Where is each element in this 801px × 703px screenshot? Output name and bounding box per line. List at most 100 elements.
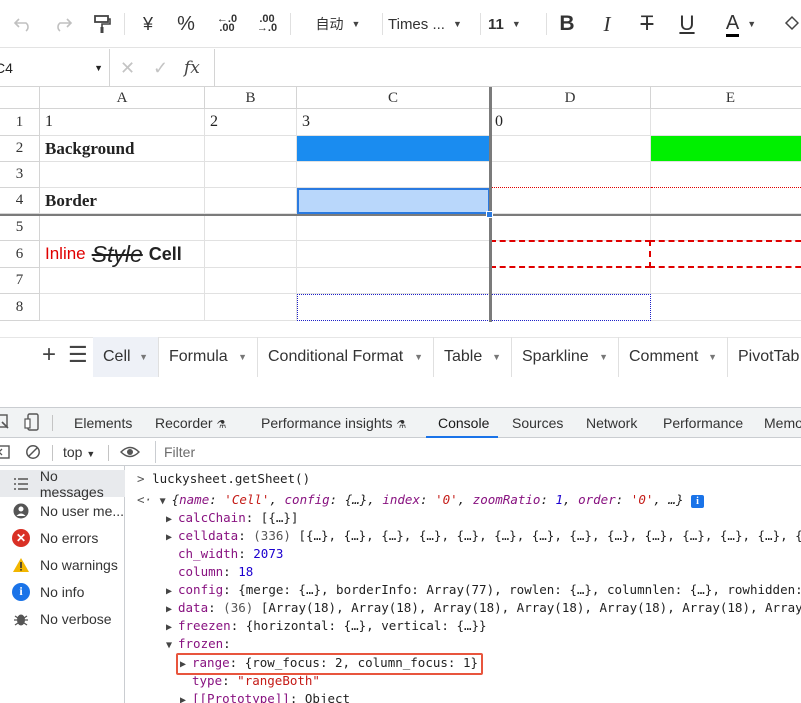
prop-data[interactable]: ▶ data: (36) [Array(18), Array(18), Array… (166, 599, 801, 617)
sidebar-toggle-icon[interactable] (0, 445, 10, 462)
device-toolbar-icon[interactable] (24, 413, 40, 434)
row-header-3[interactable]: 3 (0, 162, 40, 188)
inspect-element-icon[interactable] (0, 414, 10, 433)
cell-d6[interactable] (490, 240, 651, 268)
prop-frozen[interactable]: ▼ frozen: (166, 635, 231, 653)
number-format-select[interactable]: 自动 ▼ (298, 0, 378, 48)
cell-b5[interactable] (205, 214, 297, 241)
paint-format-icon[interactable] (88, 0, 116, 48)
row-header-1[interactable]: 1 (0, 109, 40, 136)
sheet-tab-table[interactable]: Table ▼ (434, 337, 512, 377)
cell-a7[interactable] (40, 268, 205, 294)
cell-c8[interactable] (297, 294, 490, 321)
sheet-tab-cell[interactable]: Cell ▼ (93, 337, 159, 377)
decrease-decimal-button[interactable]: .00 →.0 (252, 0, 282, 48)
fill-color-icon[interactable] (780, 0, 801, 48)
cell-c7[interactable] (297, 268, 490, 294)
filter-input[interactable] (155, 441, 801, 463)
sidebar-item-messages[interactable]: No messages (0, 468, 125, 500)
sheet-list-icon[interactable]: ☰ (68, 342, 88, 368)
underline-button[interactable]: U (674, 0, 700, 48)
font-family-select[interactable]: Times ... ▼ (388, 0, 476, 48)
add-sheet-icon[interactable]: + (42, 341, 56, 369)
cancel-icon[interactable]: ✕ (120, 49, 135, 87)
cell-e7[interactable] (651, 268, 801, 294)
sheet-tab-pivottable[interactable]: PivotTab (728, 337, 801, 377)
row-header-4[interactable]: 4 (0, 188, 40, 214)
redo-icon[interactable] (48, 0, 78, 48)
strikethrough-button[interactable]: T (634, 0, 660, 48)
sheet-tab-conditional-format[interactable]: Conditional Format ▼ (258, 337, 434, 377)
prop-config[interactable]: ▶ config: {merge: {…}, borderInfo: Array(… (166, 581, 801, 599)
cell-b8[interactable] (205, 294, 297, 321)
context-select[interactable]: top ▼ (63, 438, 95, 466)
devtools-tab-console[interactable]: Console (438, 408, 489, 438)
cell-d5[interactable] (490, 214, 651, 241)
cell-c6[interactable] (297, 241, 490, 268)
cell-a6[interactable]: Inline Style Cell (40, 241, 205, 268)
expand-triangle-icon[interactable]: ▶ (180, 692, 192, 703)
prop-celldata[interactable]: ▶ celldata: (336) [{…}, {…}, {…}, {…}, {…… (166, 527, 801, 545)
sheet-tab-sparkline[interactable]: Sparkline ▼ (512, 337, 619, 377)
devtools-tab-network[interactable]: Network (586, 408, 637, 438)
cell-e1[interactable] (651, 109, 801, 136)
frozen-row-line[interactable] (0, 214, 801, 216)
column-header-b[interactable]: B (205, 87, 297, 109)
cell-b4[interactable] (205, 188, 297, 214)
sidebar-item-user-messages[interactable]: No user me... (0, 497, 125, 524)
bold-button[interactable]: B (554, 0, 580, 48)
sidebar-item-errors[interactable]: ✕ No errors (0, 524, 125, 551)
cell-d3[interactable] (490, 162, 651, 188)
cell-c3[interactable] (297, 162, 490, 188)
column-header-e[interactable]: E (651, 87, 801, 109)
cell-c1[interactable]: 3 (297, 109, 490, 136)
devtools-tab-performance[interactable]: Performance (663, 408, 743, 438)
cell-a1[interactable]: 1 (40, 109, 205, 136)
cell-a3[interactable] (40, 162, 205, 188)
confirm-icon[interactable]: ✓ (153, 49, 168, 87)
row-header-6[interactable]: 6 (0, 241, 40, 268)
prop-calcchain[interactable]: ▶ calcChain: [{…}] (166, 509, 298, 527)
console-output[interactable]: > luckysheet.getSheet() <· ▼ {name: 'Cell… (125, 466, 801, 703)
cell-e5[interactable] (651, 214, 801, 241)
select-all-corner[interactable] (0, 87, 40, 109)
font-color-button[interactable]: A ▼ (716, 0, 766, 48)
info-badge-icon[interactable]: i (691, 495, 705, 508)
live-expression-eye-icon[interactable] (120, 444, 140, 463)
sheet-tab-comment[interactable]: Comment ▼ (619, 337, 728, 377)
cell-a8[interactable] (40, 294, 205, 321)
prop-freezen[interactable]: ▶ freezen: {horizontal: {…}, vertical: {…… (166, 617, 487, 635)
clear-console-icon[interactable] (25, 444, 41, 463)
percent-format-button[interactable]: % (172, 0, 200, 48)
cell-b3[interactable] (205, 162, 297, 188)
sidebar-item-info[interactable]: i No info (0, 578, 125, 605)
sidebar-item-warnings[interactable]: No warnings (0, 551, 125, 578)
cell-e6[interactable] (649, 240, 801, 268)
devtools-tab-elements[interactable]: Elements (74, 408, 132, 438)
prop-prototype[interactable]: ▶ [[Prototype]]: Object (180, 690, 350, 703)
column-header-d[interactable]: D (490, 87, 651, 109)
selected-cell-c4[interactable] (297, 188, 490, 214)
column-header-c[interactable]: C (297, 87, 490, 109)
undo-icon[interactable] (8, 0, 38, 48)
row-header-8[interactable]: 8 (0, 294, 40, 321)
cell-c5[interactable] (297, 214, 490, 241)
cell-e2[interactable] (651, 136, 801, 162)
cell-c2[interactable] (297, 136, 490, 162)
cell-e8[interactable] (651, 294, 801, 321)
spreadsheet-grid[interactable]: A B C D E 1 2 3 4 5 6 7 8 1 2 3 0 Backgr… (0, 87, 801, 322)
expand-triangle-icon[interactable]: ▶ (166, 529, 178, 547)
sheet-tab-formula[interactable]: Formula ▼ (159, 337, 258, 377)
currency-format-button[interactable]: ¥ (134, 0, 162, 48)
row-header-5[interactable]: 5 (0, 214, 40, 241)
cell-a4[interactable]: Border (40, 188, 205, 214)
fill-handle[interactable] (486, 211, 493, 218)
cell-b2[interactable] (205, 136, 297, 162)
row-header-7[interactable]: 7 (0, 268, 40, 294)
cell-b6[interactable] (205, 241, 297, 268)
cell-d1[interactable]: 0 (490, 109, 651, 136)
cell-d2[interactable] (490, 136, 651, 162)
cell-d4[interactable] (490, 188, 651, 214)
devtools-tab-performance-insights[interactable]: Performance insights ⚗ (261, 408, 406, 438)
column-header-a[interactable]: A (40, 87, 205, 109)
